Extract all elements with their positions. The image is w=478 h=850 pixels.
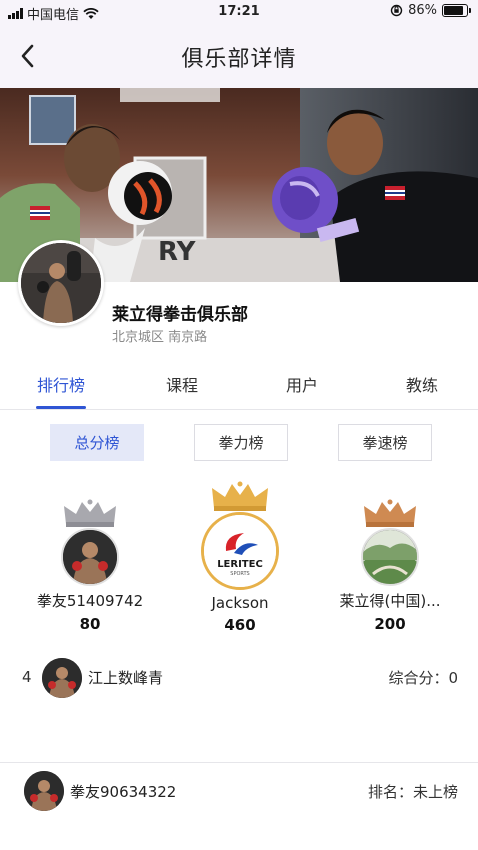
- podium-first-score: 460: [224, 616, 256, 634]
- ranking-row[interactable]: 4 江上数峰青 综合分：0: [0, 652, 478, 704]
- battery-percent: 86%: [408, 3, 437, 18]
- bronze-crown-icon: [364, 499, 416, 527]
- tab-courses[interactable]: 课程: [160, 372, 204, 396]
- ranking-row-name: 江上数峰青: [88, 669, 164, 687]
- board-total-button[interactable]: 总分榜: [50, 424, 144, 461]
- my-rank-text: 排名：未上榜: [367, 783, 458, 801]
- podium-second-score: 80: [79, 615, 101, 633]
- podium-third-name: 莱立得(中国)...: [339, 592, 441, 610]
- orientation-lock-icon: [390, 4, 403, 17]
- tab-bar: 排行榜 课程 用户 教练: [0, 362, 478, 410]
- board-power-button[interactable]: 拳力榜: [194, 424, 288, 461]
- podium-second-avatar: [61, 528, 119, 586]
- silver-crown-icon: [64, 499, 116, 527]
- podium-third-avatar: [361, 528, 419, 586]
- tab-coaches[interactable]: 教练: [400, 372, 444, 396]
- podium-second-name: 拳友51409742: [36, 592, 144, 610]
- podium-third-score: 200: [374, 615, 406, 633]
- leritec-logo-subtext: SPORTS: [230, 571, 249, 577]
- my-name: 拳友90634322: [70, 783, 177, 801]
- battery-icon: [442, 4, 471, 17]
- tab-users[interactable]: 用户: [280, 372, 324, 396]
- ranking-row-score: 综合分：0: [388, 669, 458, 687]
- podium-first-name: Jackson: [211, 594, 269, 612]
- ranking-row-avatar: [42, 658, 82, 698]
- my-avatar: [24, 771, 64, 811]
- page-title: 俱乐部详情: [181, 47, 297, 72]
- battery-level-fill: [444, 6, 463, 15]
- podium-first-avatar: LERITEC SPORTS: [201, 512, 279, 590]
- active-tab-indicator: [36, 406, 86, 409]
- navigation-bar: 俱乐部详情: [0, 24, 478, 88]
- leritec-logo-text: LERITEC: [217, 559, 263, 570]
- ranking-row-number: 4: [22, 668, 32, 686]
- podium-second[interactable]: 拳友51409742 80: [20, 498, 160, 633]
- my-ranking-row[interactable]: 拳友90634322 排名：未上榜: [0, 762, 478, 818]
- board-speed-button[interactable]: 拳速榜: [338, 424, 432, 461]
- status-right: 86%: [390, 3, 471, 18]
- status-bar: 中国电信 17:21 86%: [0, 0, 478, 24]
- tab-ranking[interactable]: 排行榜: [36, 372, 86, 396]
- podium-third[interactable]: 莱立得(中国)... 200: [320, 498, 460, 633]
- club-name: 莱立得拳击俱乐部: [112, 305, 248, 325]
- club-address: 北京城区 南京路: [112, 330, 208, 345]
- club-avatar: [18, 240, 104, 326]
- podium-first[interactable]: LERITEC SPORTS Jackson 460: [170, 480, 310, 634]
- gold-crown-icon: [212, 481, 268, 511]
- banner-sign-text: RY: [158, 237, 197, 267]
